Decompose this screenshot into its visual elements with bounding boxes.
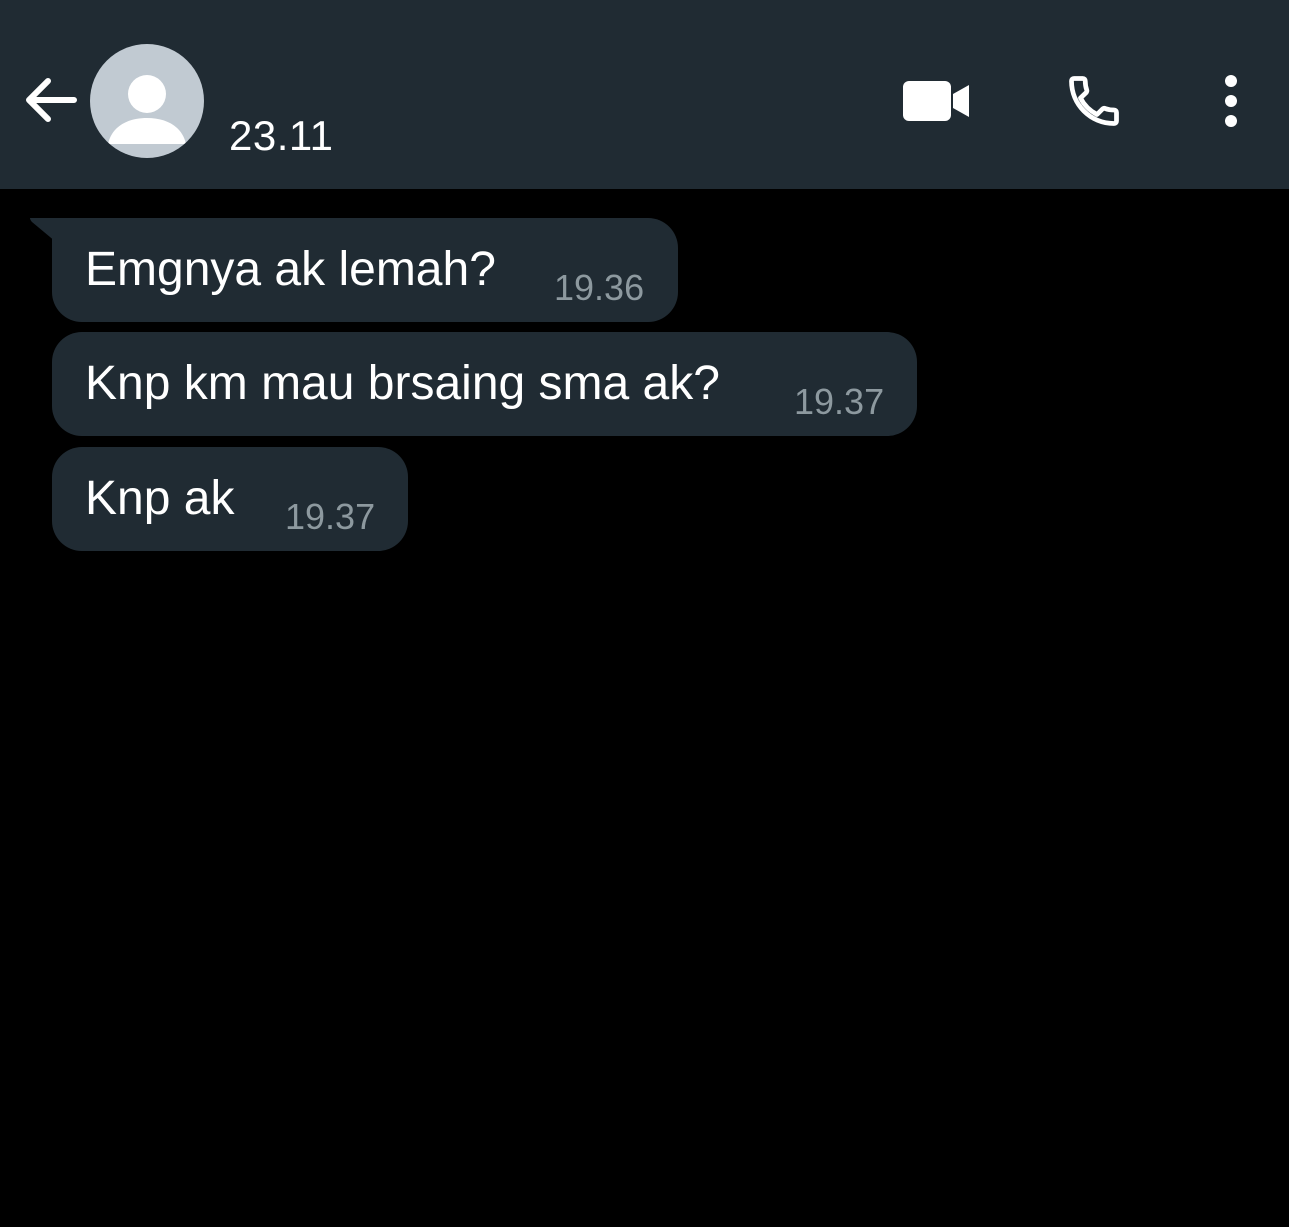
message-bubble[interactable]: Emgnya ak lemah? 19.36 — [52, 218, 678, 322]
video-camera-icon — [903, 81, 969, 121]
video-call-button[interactable] — [896, 66, 976, 136]
default-avatar-icon — [108, 75, 186, 144]
message-bubble[interactable]: Knp ak 19.37 — [52, 447, 408, 551]
voice-call-button[interactable] — [1056, 66, 1132, 136]
message-list[interactable]: Emgnya ak lemah? 19.36 Knp km mau brsain… — [0, 189, 1289, 1227]
message-text: Emgnya ak lemah? — [85, 243, 496, 296]
more-vertical-icon — [1225, 75, 1237, 127]
more-options-button[interactable] — [1206, 66, 1256, 136]
phone-icon — [1069, 76, 1119, 126]
message-timestamp: 19.37 — [794, 381, 885, 422]
contact-name[interactable]: 23.11 — [229, 112, 334, 160]
chat-header: 23.11 — [0, 0, 1289, 189]
arrow-left-icon — [26, 78, 77, 122]
message-timestamp: 19.36 — [554, 267, 645, 308]
back-button[interactable] — [18, 68, 82, 132]
message-text: Knp km mau brsaing sma ak? — [85, 357, 720, 410]
message-bubble[interactable]: Knp km mau brsaing sma ak? 19.37 — [52, 332, 917, 436]
chat-screen: 23.11 Emgnya ak lemah? 19.36 Knp km mau … — [0, 0, 1289, 1227]
message-text: Knp ak — [85, 472, 235, 525]
avatar[interactable] — [90, 44, 204, 158]
message-timestamp: 19.37 — [285, 496, 376, 537]
